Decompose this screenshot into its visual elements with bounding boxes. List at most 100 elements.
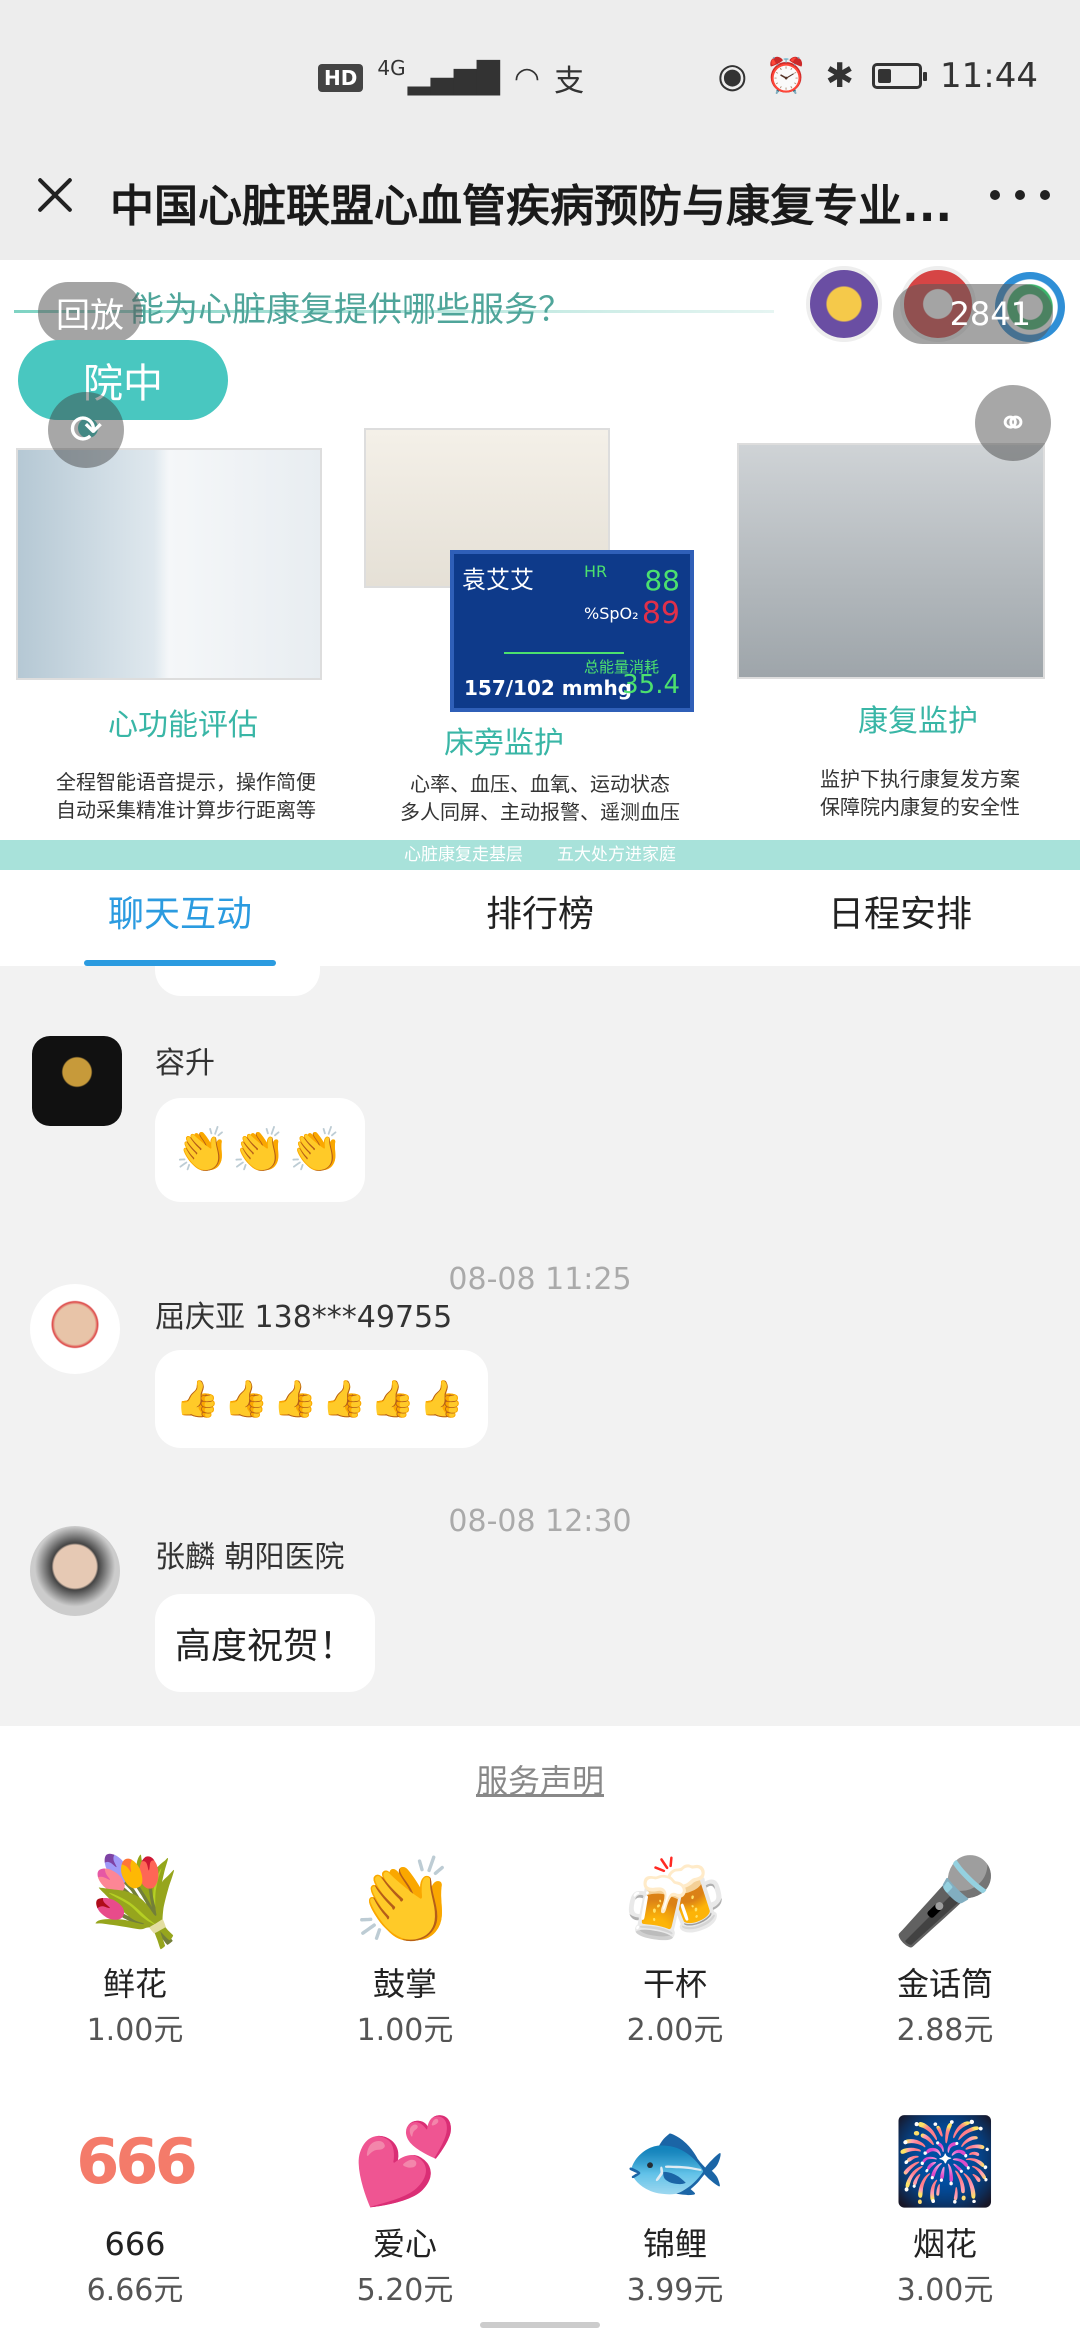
message-bubble: 👏👏👏 (155, 1098, 366, 1202)
gift-name: 烟花 (912, 2225, 977, 2263)
gift-name: 鼓掌 (372, 1965, 437, 2003)
stage-cloud-label: 院中 (18, 340, 228, 438)
gift-name: 666 (104, 2225, 166, 2263)
gift-flower[interactable]: 💐 鲜花 1.00元 (0, 1846, 270, 2066)
feature-desc-line: 心率、血压、血氧、运动状态 (410, 772, 670, 796)
gift-koi[interactable]: 🐟 锦鲤 3.99元 (540, 2106, 810, 2326)
monitor-bp: 157/102 mmhg (464, 676, 632, 700)
gift-name: 锦鲤 (642, 2225, 707, 2263)
gift-name: 鲜花 (102, 1965, 167, 2003)
gift-price: 2.00元 (626, 2013, 724, 2048)
signal-icon: ▂▄▆█ (407, 60, 500, 96)
666-icon-text: 666 (76, 2124, 197, 2198)
message-bubble: 👍👍👍👍👍👍 (155, 1350, 488, 1448)
beer-mugs-icon: 🍻 (622, 1851, 728, 1950)
gift-heart[interactable]: 💕 爱心 5.20元 (270, 2106, 540, 2326)
gift-applause[interactable]: 👏 鼓掌 1.00元 (270, 1846, 540, 2066)
page-title: 中国心脏联盟心血管疾病预防与康复专业... (110, 181, 953, 232)
battery-icon (872, 63, 928, 89)
feature-title: 康复监护 (858, 704, 978, 739)
network-type: 4G (377, 56, 406, 80)
tab-bar: 聊天互动 排行榜 日程安排 (0, 870, 1080, 966)
nav-bar: 中国心脏联盟心血管疾病预防与康复专业... (0, 140, 1080, 260)
assessment-photo (16, 448, 322, 680)
clock: 11:44 (940, 56, 1038, 96)
fireworks-icon: 🎆 (892, 2111, 998, 2210)
replay-badge[interactable]: 回放 (38, 282, 142, 343)
bluetooth-icon: ✱ (825, 56, 855, 96)
golden-microphone-icon: 🎤 (892, 1851, 998, 1950)
close-icon[interactable] (30, 170, 80, 220)
message-text: 高度祝贺！ (175, 1626, 356, 1667)
status-left-icons: HD 4G ▂▄▆█ ◠ 支 (318, 56, 584, 100)
gift-panel: 服务声明 💐 鲜花 1.00元 👏 鼓掌 1.00元 🍻 干杯 2.00元 🎤 … (0, 1726, 1080, 2340)
sender-name: 屈庆亚 138***49755 (155, 1300, 453, 1335)
vital-monitor-panel: 袁艾艾 HR 88 %SpO₂ 89 总能量消耗 157/102 mmhg 35… (450, 550, 694, 712)
gift-cheers[interactable]: 🍻 干杯 2.00元 (540, 1846, 810, 2066)
tab-ranking[interactable]: 排行榜 (360, 870, 720, 966)
gift-price: 3.00元 (896, 2273, 994, 2308)
gift-price: 2.88元 (896, 2013, 994, 2048)
wifi-icon: ◠ (513, 60, 541, 96)
status-bar: HD 4G ▂▄▆█ ◠ 支 ◉ ⏰ ✱ 11:44 (0, 0, 1080, 160)
gift-name: 金话筒 (896, 1965, 993, 2003)
video-footer-slogan: 心脏康复走基层 五大处方进家庭 (0, 840, 1080, 870)
message-bubble: 高度祝贺！ (155, 1594, 376, 1692)
sender-name: 容升 (155, 1046, 215, 1081)
previous-message-bubble (155, 966, 320, 996)
tab-schedule[interactable]: 日程安排 (720, 870, 1080, 966)
feature-desc: 全程智能语音提示，操作简便 自动采集精准计算步行距离等 (16, 768, 356, 824)
feature-title: 心功能评估 (108, 708, 258, 743)
gift-fireworks[interactable]: 🎆 烟花 3.00元 (810, 2106, 1080, 2326)
clapping-hands-icon: 👏 (352, 1851, 458, 1950)
gift-golden-mic[interactable]: 🎤 金话筒 2.88元 (810, 1846, 1080, 2066)
monitor-energy: 35.4 (622, 670, 680, 700)
feature-desc: 心率、血压、血氧、运动状态 多人同屏、主动报警、遥测血压 (370, 770, 710, 826)
link-icon[interactable]: ⚭ (975, 385, 1051, 461)
hd-icon: HD (318, 64, 364, 92)
koi-fish-icon: 🐟 (622, 2111, 728, 2210)
gift-price: 1.00元 (356, 2013, 454, 2048)
feature-title: 床旁监护 (444, 726, 564, 761)
avatar[interactable] (30, 1284, 120, 1374)
home-indicator (480, 2322, 600, 2328)
alarm-icon: ⏰ (765, 56, 808, 96)
chat-list[interactable]: 容升 👏👏👏 08-08 11:25 屈庆亚 138***49755 👍👍👍👍👍… (0, 966, 1080, 1726)
feature-desc-line: 自动采集精准计算步行距离等 (56, 798, 316, 822)
service-statement-link[interactable]: 服务声明 (0, 1756, 1080, 1802)
tab-chat[interactable]: 聊天互动 (0, 870, 360, 966)
status-right-icons: ◉ ⏰ ✱ 11:44 (718, 56, 1039, 96)
gift-price: 3.99元 (626, 2273, 724, 2308)
feature-desc-line: 全程智能语音提示，操作简便 (56, 770, 316, 794)
gift-price: 1.00元 (86, 2013, 184, 2048)
more-options-icon[interactable] (990, 180, 1050, 210)
avatar[interactable] (30, 1526, 120, 1616)
gift-name: 干杯 (642, 1965, 707, 2003)
monitor-hr-label: HR (584, 562, 608, 581)
monitor-spo2: 89 (641, 596, 680, 631)
viewer-count: 2841 (893, 284, 1053, 344)
video-heading: 能为心脏康复提供哪些服务？ (130, 290, 572, 330)
avatar[interactable] (32, 1036, 122, 1126)
gift-price: 6.66元 (86, 2273, 184, 2308)
feature-desc: 监护下执行康复发方案 保障院内康复的安全性 (750, 765, 1080, 821)
sender-name: 张麟 朝阳医院 (155, 1540, 345, 1575)
ecg-wave (504, 604, 624, 654)
battery-level (878, 69, 892, 83)
feature-desc-line: 保障院内康复的安全性 (820, 795, 1020, 819)
video-player[interactable]: 能为心脏康复提供哪些服务？ 回放 2841 院中 袁艾艾 HR 88 %SpO₂… (0, 260, 1080, 870)
666-icon: 666 (76, 2106, 197, 2216)
rotate-icon[interactable]: ⟳ (48, 392, 124, 468)
monitor-hr: 88 (644, 564, 680, 597)
feature-desc-line: 监护下执行康复发方案 (820, 767, 1020, 791)
gift-price: 5.20元 (356, 2273, 454, 2308)
association-logo (806, 266, 882, 342)
gift-grid: 💐 鲜花 1.00元 👏 鼓掌 1.00元 🍻 干杯 2.00元 🎤 金话筒 2… (0, 1846, 1080, 2326)
hearts-icon: 💕 (352, 2111, 458, 2210)
treadmill-photo (737, 443, 1045, 679)
gift-666[interactable]: 666 666 6.66元 (0, 2106, 270, 2326)
alipay-icon: 支 (554, 64, 585, 99)
gift-name: 爱心 (372, 2225, 437, 2263)
thumbs-up-emoji: 👍👍👍👍👍👍 (175, 1379, 468, 1420)
clapping-emoji: 👏👏👏 (175, 1125, 346, 1176)
